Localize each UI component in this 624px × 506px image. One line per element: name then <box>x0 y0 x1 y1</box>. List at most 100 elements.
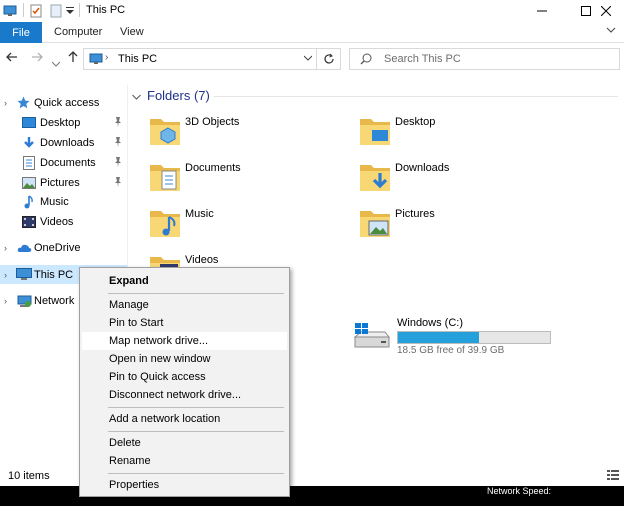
menu-separator <box>108 473 284 474</box>
properties-icon[interactable] <box>29 0 43 21</box>
tab-view[interactable]: View <box>120 26 144 38</box>
folder-pictures[interactable]: Pictures <box>358 205 558 251</box>
folder-desktop[interactable]: Desktop <box>358 113 558 159</box>
address-bar[interactable]: › This PC <box>83 48 341 70</box>
menu-item-add-network-location[interactable]: Add a network location <box>82 410 287 428</box>
cloud-icon <box>17 243 32 256</box>
section-divider <box>214 96 618 97</box>
nav-label-desktop: Desktop <box>40 117 81 129</box>
search-box[interactable]: Search This PC <box>349 48 620 70</box>
recent-locations-chevron-icon[interactable] <box>51 55 61 70</box>
ribbon-tabs: File Computer View <box>0 22 624 43</box>
music-note-icon <box>24 195 36 212</box>
folder-label: Desktop <box>395 116 436 128</box>
menu-item-expand[interactable]: Expand <box>82 272 287 290</box>
window-title: This PC <box>86 4 126 16</box>
nav-label-network: Network <box>34 295 75 307</box>
new-folder-icon[interactable] <box>50 0 62 21</box>
search-input[interactable]: Search This PC <box>384 53 461 65</box>
nav-item-pictures[interactable]: Pictures <box>0 174 127 192</box>
nav-quick-access[interactable]: › Quick access <box>0 94 127 112</box>
downloads-folder-icon <box>358 159 392 196</box>
folders-section-header[interactable]: Folders (7) <box>132 88 210 103</box>
tab-computer[interactable]: Computer <box>54 26 102 38</box>
pictures-folder-icon <box>358 205 392 242</box>
this-pc-icon[interactable] <box>3 0 17 21</box>
address-text[interactable]: This PC <box>118 53 157 65</box>
menu-item-rename[interactable]: Rename <box>82 452 287 470</box>
expand-chevron-icon[interactable]: › <box>4 296 7 306</box>
pin-icon <box>114 137 122 149</box>
desktop-folder-icon <box>358 113 392 150</box>
menu-separator <box>108 407 284 408</box>
nav-item-desktop[interactable]: Desktop <box>0 114 127 132</box>
expand-chevron-icon[interactable]: › <box>4 270 7 280</box>
collapse-chevron-icon[interactable] <box>132 88 141 103</box>
nav-item-documents[interactable]: Documents <box>0 154 127 172</box>
details-view-icon[interactable] <box>606 469 620 484</box>
folder-documents[interactable]: Documents <box>148 159 348 205</box>
tab-file[interactable]: File <box>0 22 42 43</box>
menu-separator <box>108 293 284 294</box>
pin-icon <box>114 157 122 169</box>
quick-access-toolbar-dropdown-icon[interactable] <box>66 0 74 21</box>
folder-label: Documents <box>185 162 241 174</box>
drive-name: Windows (C:) <box>397 317 464 329</box>
nav-label-downloads: Downloads <box>40 137 95 149</box>
documents-folder-icon <box>148 159 182 196</box>
drive-usage-bar <box>397 331 551 344</box>
minimize-button[interactable] <box>520 0 564 21</box>
menu-item-pin-to-quick-access[interactable]: Pin to Quick access <box>82 368 287 386</box>
drive-usage-fill <box>398 332 480 343</box>
videos-folder-icon <box>148 251 182 267</box>
menu-item-open-in-new-window[interactable]: Open in new window <box>82 350 287 368</box>
folder-label: Downloads <box>395 162 450 174</box>
nav-item-music[interactable]: Music <box>0 193 127 211</box>
address-dropdown-icon[interactable] <box>303 53 313 63</box>
folders-header-label: Folders (7) <box>147 88 210 103</box>
pin-icon <box>114 117 122 129</box>
menu-item-manage[interactable]: Manage <box>82 296 287 314</box>
download-arrow-icon <box>22 136 36 153</box>
nav-label-onedrive: OneDrive <box>34 242 81 254</box>
windows-drive-icon <box>353 323 391 356</box>
nav-item-downloads[interactable]: Downloads <box>0 134 127 152</box>
nav-label-this-pc: This PC <box>34 268 74 281</box>
folder-videos[interactable]: Videos <box>148 251 348 267</box>
context-menu: Expand Manage Pin to Start Map network d… <box>79 267 290 497</box>
folder-downloads[interactable]: Downloads <box>358 159 558 205</box>
document-icon <box>23 156 35 173</box>
breadcrumb-separator-icon[interactable]: › <box>105 52 108 63</box>
desktop-icon <box>22 117 36 132</box>
network-icon <box>17 295 32 311</box>
up-arrow-icon[interactable] <box>67 51 79 66</box>
music-folder-icon <box>148 205 182 242</box>
nav-onedrive[interactable]: › OneDrive <box>0 239 127 257</box>
menu-item-delete[interactable]: Delete <box>82 434 287 452</box>
forward-arrow-icon[interactable] <box>31 51 43 66</box>
expand-ribbon-chevron-icon[interactable] <box>606 26 616 37</box>
star-icon <box>17 96 30 112</box>
refresh-button[interactable] <box>316 49 340 69</box>
folder-music[interactable]: Music <box>148 205 348 251</box>
back-arrow-icon[interactable] <box>6 51 18 66</box>
title-bar: This PC <box>0 0 624 21</box>
close-button[interactable] <box>587 0 624 21</box>
videos-icon <box>22 216 36 231</box>
nav-label-pictures: Pictures <box>40 177 80 189</box>
folder-label: Videos <box>185 254 219 266</box>
nav-label-quick-access: Quick access <box>34 97 100 109</box>
drive-windows-c[interactable]: Windows (C:) 18.5 GB free of 39.9 GB <box>353 315 563 359</box>
address-pc-icon <box>89 53 103 68</box>
nav-item-videos[interactable]: Videos <box>0 213 127 231</box>
expand-chevron-icon[interactable]: › <box>4 243 7 253</box>
3d-objects-folder-icon <box>148 113 182 150</box>
menu-item-map-network-drive[interactable]: Map network drive... <box>82 332 287 350</box>
menu-item-properties[interactable]: Properties <box>82 476 287 494</box>
nav-label-music: Music <box>40 196 69 208</box>
menu-item-pin-to-start[interactable]: Pin to Start <box>82 314 287 332</box>
expand-chevron-icon[interactable]: › <box>4 98 7 108</box>
menu-item-disconnect-network-drive[interactable]: Disconnect network drive... <box>82 386 287 404</box>
folder-label: Pictures <box>395 208 435 220</box>
folder-3d-objects[interactable]: 3D Objects <box>148 113 348 159</box>
